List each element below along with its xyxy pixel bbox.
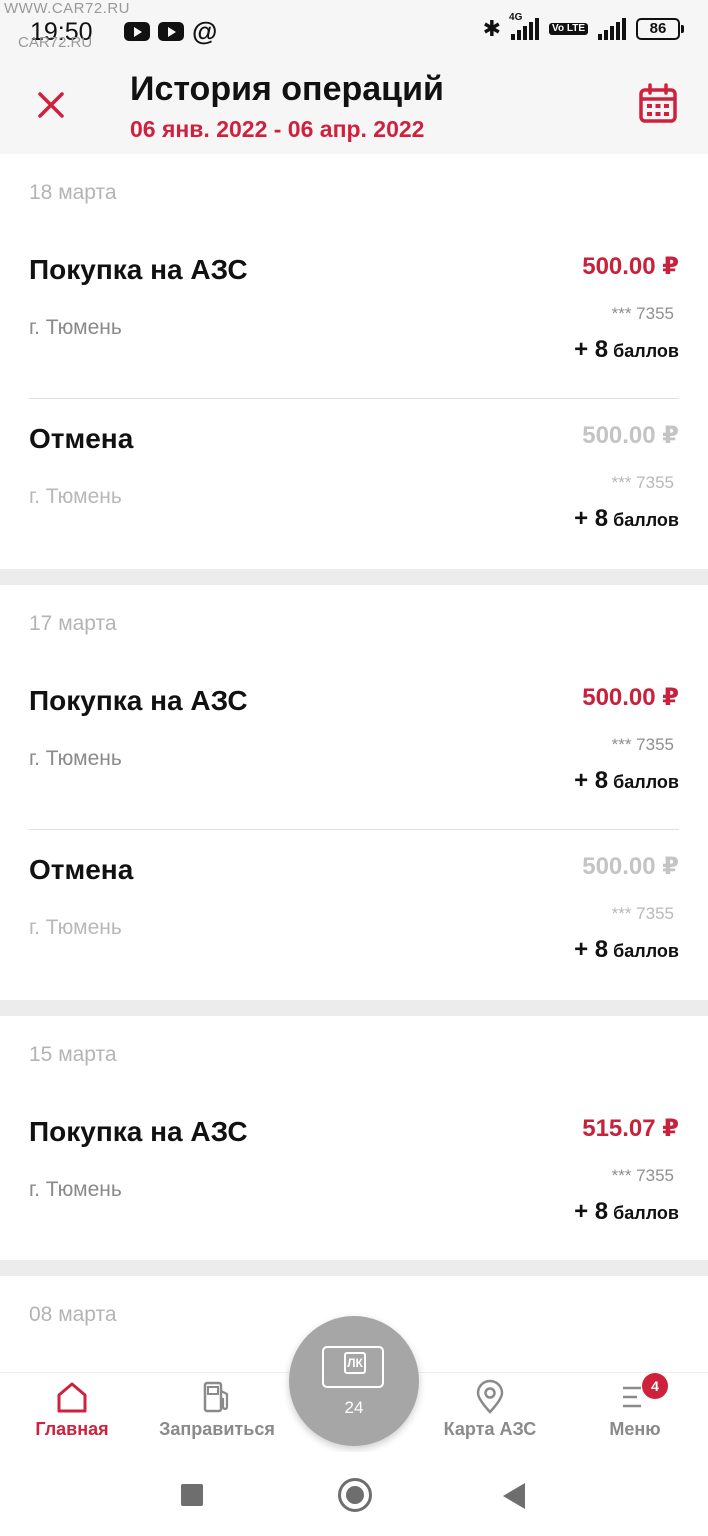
operation-amount: 500.00 ₽ [582, 253, 679, 280]
fuel-pump-icon [203, 1381, 229, 1413]
volte-icon: Vo LTE [549, 23, 588, 35]
operation-city: г. Тюмень [29, 747, 122, 770]
operation-city: г. Тюмень [29, 485, 122, 508]
operation-bonus: + 8 баллов [574, 767, 679, 794]
operations-list: 18 марта Покупка на АЗС г. Тюмень 500.00… [0, 154, 708, 1352]
status-bar: WWW.CAR72.RU 19:50 CAR72.RU @ ✱ 4G Vo LT… [0, 0, 708, 62]
period-range[interactable]: 06 янв. 2022 - 06 апр. 2022 [130, 116, 424, 143]
nav-label: Карта АЗС [443, 1419, 537, 1439]
close-icon[interactable] [30, 84, 72, 126]
loyalty-card-button[interactable]: ЛК 24 [289, 1316, 419, 1446]
at-sign-icon: @ [192, 16, 218, 46]
group-date: 17 марта [29, 612, 117, 635]
youtube-icon [124, 21, 150, 41]
operation-bonus: + 8 баллов [574, 336, 679, 363]
operation-title: Отмена [29, 854, 134, 885]
operation-row[interactable]: Покупка на АЗС г. Тюмень 500.00 ₽ *** 73… [29, 230, 679, 398]
operation-card: *** 7355 [611, 1166, 674, 1185]
calendar-icon[interactable] [636, 82, 680, 126]
group-separator [0, 569, 708, 585]
system-nav-bar [0, 1452, 708, 1536]
operation-amount: 515.07 ₽ [582, 1115, 679, 1142]
nav-home[interactable]: Главная [7, 1379, 137, 1440]
notification-badge: 4 [642, 1373, 668, 1399]
nav-map[interactable]: Карта АЗС [425, 1379, 555, 1440]
recents-icon[interactable] [181, 1484, 203, 1506]
notification-icons: @ [124, 16, 218, 46]
operation-row[interactable]: Покупка на АЗС г. Тюмень 515.07 ₽ *** 73… [29, 1092, 679, 1260]
operation-amount: 500.00 ₽ [582, 684, 679, 711]
map-pin-icon [476, 1379, 504, 1414]
loyalty-card-icon: ЛК [322, 1346, 384, 1388]
operation-card: *** 7355 [611, 904, 674, 923]
home-circle-icon[interactable] [338, 1478, 372, 1512]
nav-label: Меню [609, 1419, 661, 1439]
operation-title: Покупка на АЗС [29, 685, 248, 716]
nav-label: Главная [35, 1419, 109, 1439]
signal-4g-icon: 4G [509, 12, 540, 40]
watermark-2: CAR72.RU [18, 34, 93, 51]
card-count: 24 [344, 1398, 364, 1417]
group-date: 15 марта [29, 1043, 117, 1066]
bluetooth-icon: ✱ [482, 16, 502, 41]
nav-refuel[interactable]: Заправиться [152, 1379, 282, 1440]
date-group: 18 марта Покупка на АЗС г. Тюмень 500.00… [0, 154, 708, 569]
back-icon[interactable] [503, 1483, 525, 1509]
operation-amount: 500.00 ₽ [582, 853, 679, 880]
youtube-icon [158, 21, 184, 41]
signal-icon [598, 18, 626, 40]
operation-bonus: + 8 баллов [574, 1198, 679, 1225]
operation-bonus: + 8 баллов [574, 505, 679, 532]
system-status-icons: ✱ 4G Vo LTE 86 [482, 12, 684, 42]
operation-row[interactable]: Отмена г. Тюмень 500.00 ₽ *** 7355 + 8 б… [29, 399, 679, 569]
operation-title: Покупка на АЗС [29, 1116, 248, 1147]
operation-bonus: + 8 баллов [574, 936, 679, 963]
page-title: История операций [130, 70, 444, 108]
operation-card: *** 7355 [611, 473, 674, 492]
nav-menu[interactable]: 4 Меню [570, 1373, 700, 1440]
operation-city: г. Тюмень [29, 316, 122, 339]
operation-city: г. Тюмень [29, 1178, 122, 1201]
operation-title: Покупка на АЗС [29, 254, 248, 285]
group-date: 18 марта [29, 181, 117, 204]
operation-title: Отмена [29, 423, 134, 454]
watermark: WWW.CAR72.RU [4, 0, 130, 17]
app-header: История операций 06 янв. 2022 - 06 апр. … [0, 62, 708, 154]
operation-row[interactable]: Покупка на АЗС г. Тюмень 500.00 ₽ *** 73… [29, 661, 679, 829]
group-separator [0, 1260, 708, 1276]
lukoil-logo: ЛК [344, 1352, 366, 1374]
battery-icon: 86 [636, 18, 684, 40]
group-separator [0, 1000, 708, 1016]
operation-amount: 500.00 ₽ [582, 422, 679, 449]
date-group: 15 марта Покупка на АЗС г. Тюмень 515.07… [0, 1016, 708, 1260]
operation-row[interactable]: Отмена г. Тюмень 500.00 ₽ *** 7355 + 8 б… [29, 830, 679, 1000]
date-group: 17 марта Покупка на АЗС г. Тюмень 500.00… [0, 585, 708, 1000]
operation-city: г. Тюмень [29, 916, 122, 939]
nav-label: Заправиться [159, 1419, 275, 1439]
operation-card: *** 7355 [611, 304, 674, 323]
operation-card: *** 7355 [611, 735, 674, 754]
home-icon [57, 1382, 87, 1413]
